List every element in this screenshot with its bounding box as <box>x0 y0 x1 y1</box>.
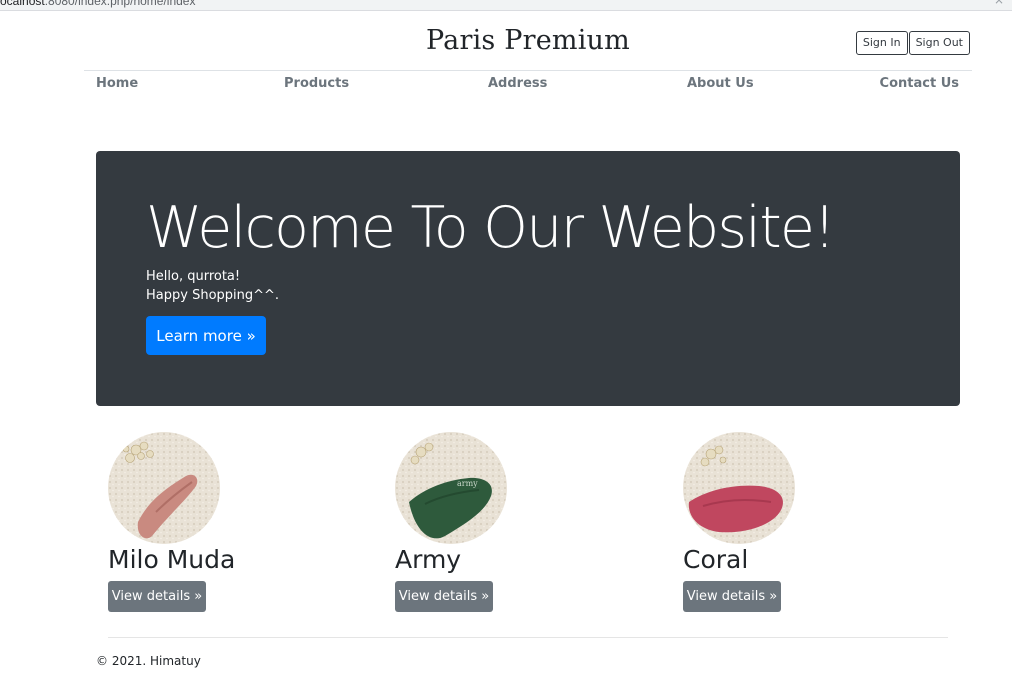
nav-products[interactable]: Products <box>284 76 349 91</box>
nav-home[interactable]: Home <box>96 76 138 91</box>
fabric-label: army <box>457 479 478 488</box>
hero-greeting-line2: Happy Shopping^^. <box>146 288 280 303</box>
url-text: ocalhost:8080/index.php/home/index <box>0 0 195 8</box>
nav-contact-us[interactable]: Contact Us <box>880 76 959 91</box>
url-path: :8080/index.php/home/index <box>44 0 196 8</box>
product-name: Coral <box>683 545 749 574</box>
nav-about-us[interactable]: About Us <box>687 76 754 91</box>
product-card-coral: Coral View details » <box>683 432 923 612</box>
product-name: Milo Muda <box>108 545 236 574</box>
auth-buttons: Sign In Sign Out <box>855 31 970 55</box>
view-details-button[interactable]: View details » <box>683 581 781 612</box>
product-image-army[interactable]: army <box>395 432 507 544</box>
product-card-army: army Army View details » <box>395 432 635 612</box>
nav-address[interactable]: Address <box>488 76 547 91</box>
product-image-coral[interactable] <box>683 432 795 544</box>
view-details-button[interactable]: View details » <box>395 581 493 612</box>
sign-out-button[interactable]: Sign Out <box>908 31 970 55</box>
hero-greeting-line1: Hello, qurrota! <box>146 269 241 284</box>
sign-in-button[interactable]: Sign In <box>855 31 908 55</box>
learn-more-button[interactable]: Learn more » <box>146 316 266 355</box>
url-host: ocalhost <box>0 0 45 8</box>
footer-copyright: © 2021. Himatuy <box>96 654 201 668</box>
product-name: Army <box>395 545 462 574</box>
footer-divider <box>108 637 948 638</box>
main-nav: Home Products Address About Us Contact U… <box>96 76 960 94</box>
brand-title: Paris Premium <box>426 25 630 56</box>
hero-jumbotron: Welcome To Our Website! Hello, qurrota! … <box>96 151 960 406</box>
hero-title: Welcome To Our Website! <box>146 195 836 261</box>
close-icon[interactable]: × <box>994 0 1004 7</box>
product-card-milo-muda: Milo Muda View details » <box>108 432 348 612</box>
view-details-button[interactable]: View details » <box>108 581 206 612</box>
site-header: Paris Premium Sign In Sign Out <box>84 16 972 71</box>
product-image-milo-muda[interactable] <box>108 432 220 544</box>
hero-greeting: Hello, qurrota! Happy Shopping^^. <box>146 267 279 305</box>
browser-url-bar[interactable]: ocalhost:8080/index.php/home/index × <box>0 0 1012 11</box>
